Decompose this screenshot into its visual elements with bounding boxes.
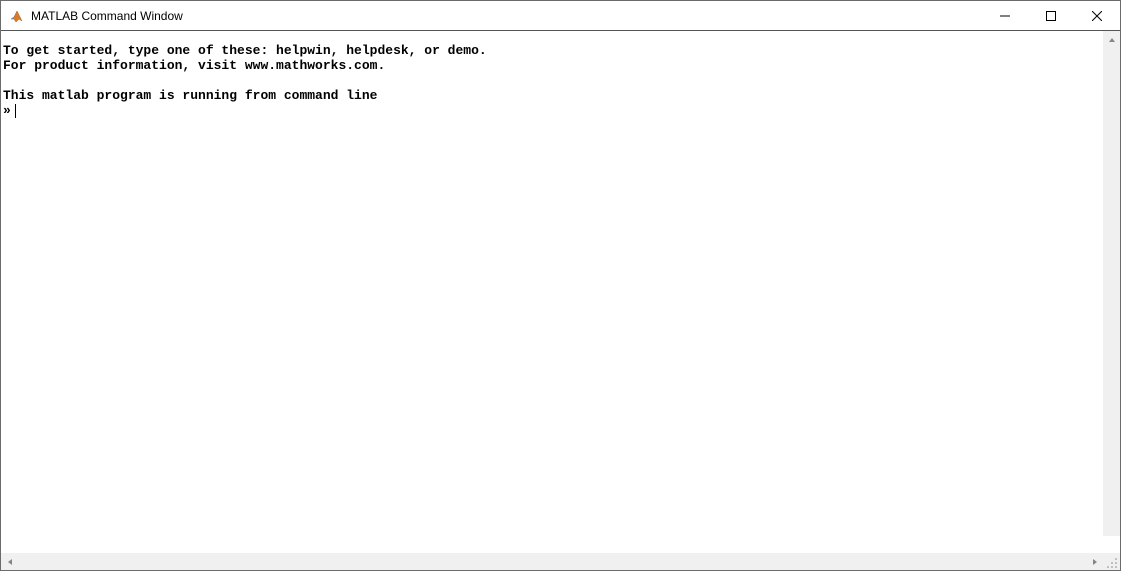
minimize-button[interactable] <box>982 1 1028 30</box>
console-line: For product information, visit www.mathw… <box>3 58 385 73</box>
content-area: To get started, type one of these: helpw… <box>1 31 1120 570</box>
scroll-left-icon[interactable] <box>1 553 18 570</box>
titlebar[interactable]: MATLAB Command Window <box>1 1 1120 31</box>
console-line: To get started, type one of these: helpw… <box>3 43 487 58</box>
scroll-right-icon[interactable] <box>1086 553 1103 570</box>
maximize-button[interactable] <box>1028 1 1074 30</box>
text-cursor <box>15 104 16 118</box>
command-console[interactable]: To get started, type one of these: helpw… <box>1 37 1120 553</box>
resize-grip-icon[interactable] <box>1106 556 1118 568</box>
app-window: MATLAB Command Window To get started, ty… <box>0 0 1121 571</box>
window-title: MATLAB Command Window <box>31 9 982 23</box>
matlab-icon <box>9 8 25 24</box>
prompt-line[interactable]: » <box>3 103 1118 118</box>
window-controls <box>982 1 1120 30</box>
vertical-scrollbar[interactable] <box>1103 31 1120 536</box>
horizontal-scrollbar[interactable] <box>1 553 1120 570</box>
prompt-symbol: » <box>3 103 11 118</box>
console-line: This matlab program is running from comm… <box>3 88 377 103</box>
console-wrapper: To get started, type one of these: helpw… <box>1 31 1120 553</box>
scroll-up-icon[interactable] <box>1103 31 1120 48</box>
close-button[interactable] <box>1074 1 1120 30</box>
